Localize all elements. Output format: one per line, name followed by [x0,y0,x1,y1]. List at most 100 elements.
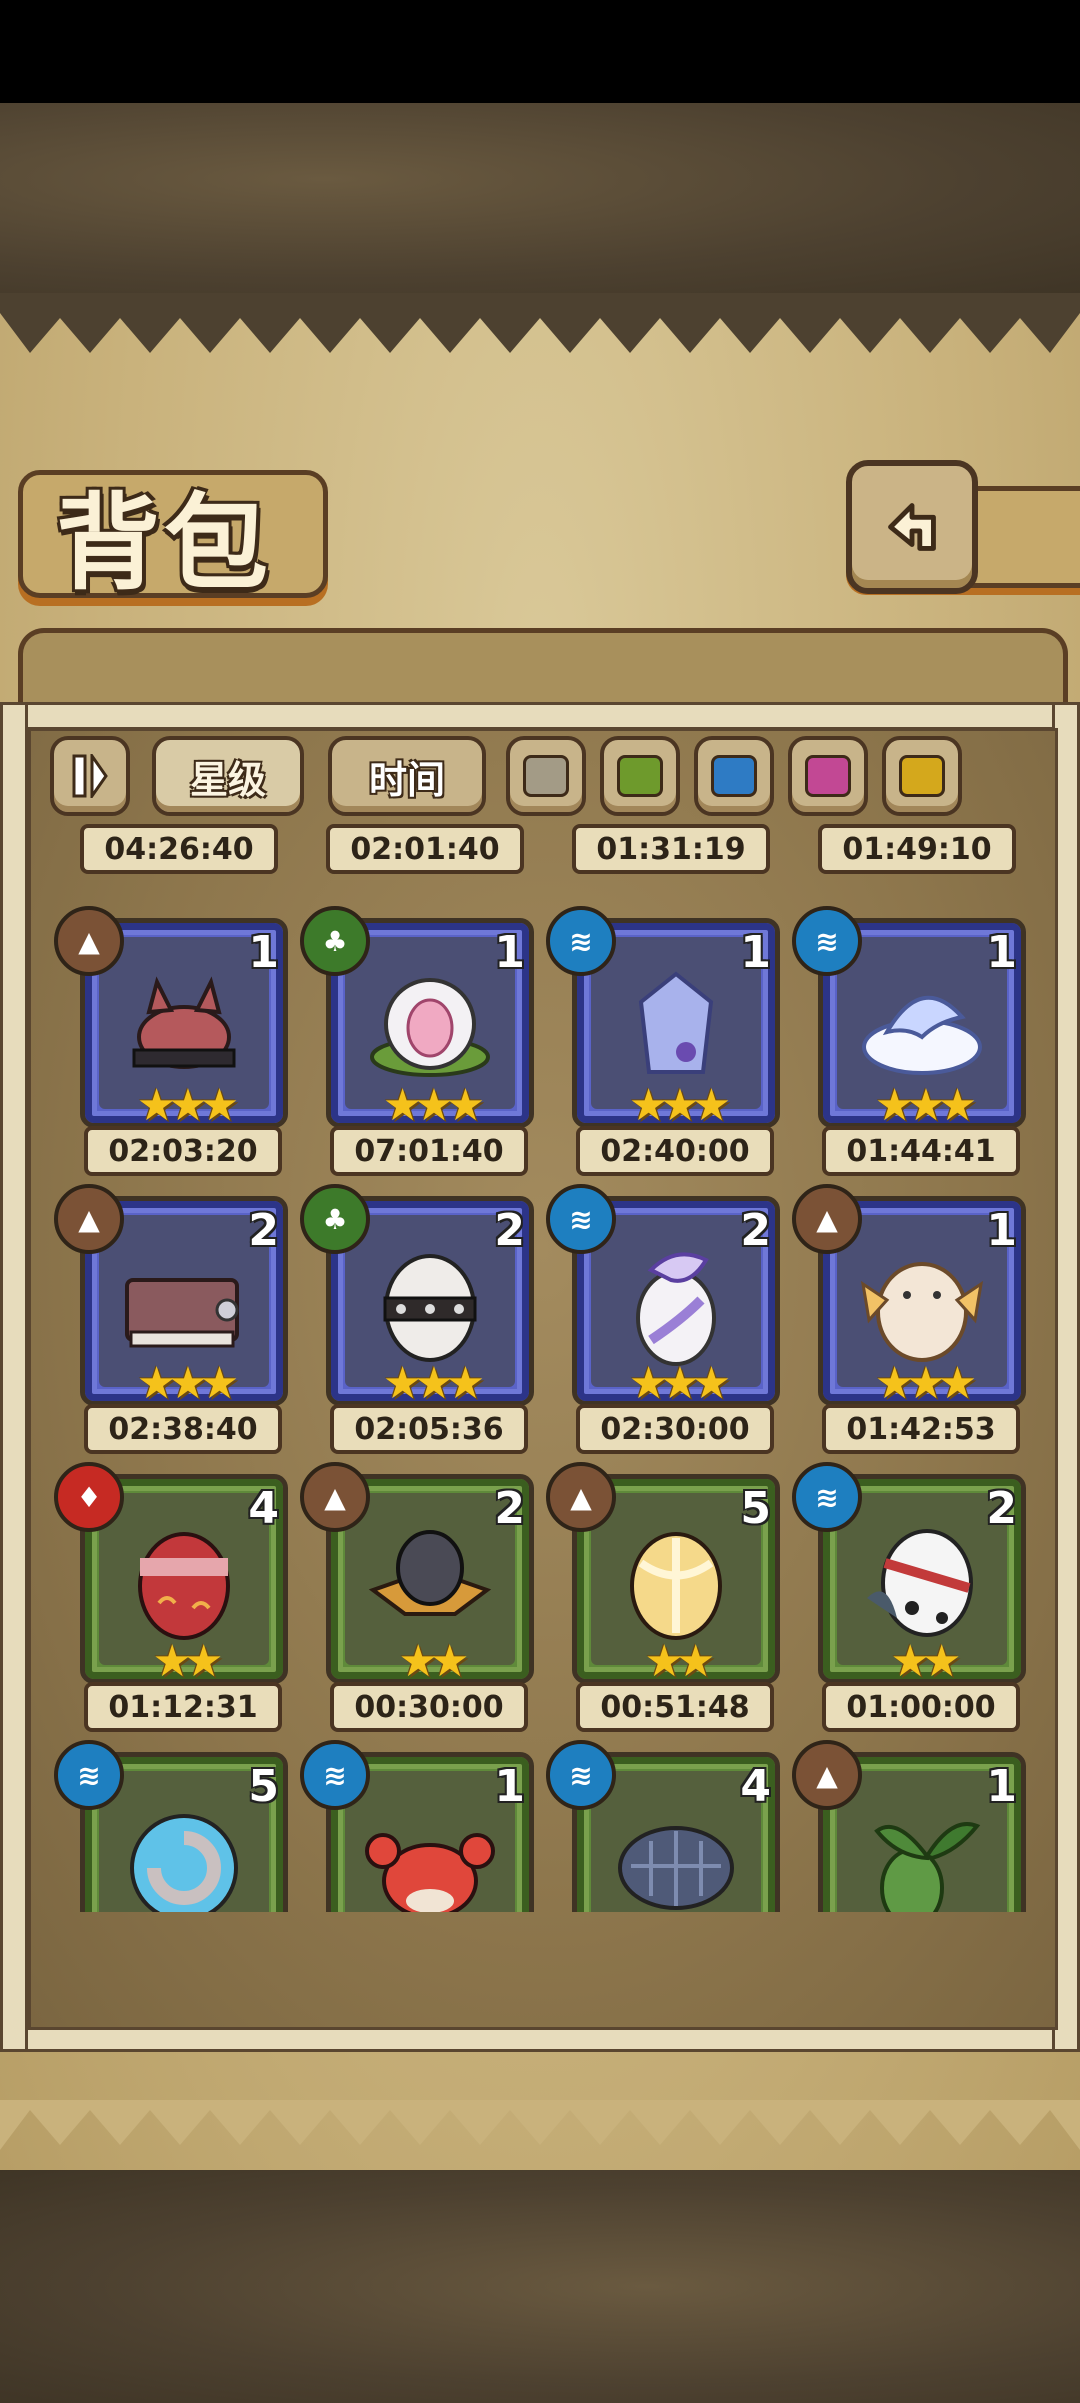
filter-blue-button[interactable] [694,736,774,816]
star-rating: ★★★ [382,1358,485,1409]
item-timer: 01:31:19 [572,824,770,874]
star-rating: ★★ [890,1636,962,1687]
item-slot[interactable]: 2 ★★ ≋ 01:00:00 [786,1462,1026,1734]
item-slot[interactable]: 1 ★★★ ♣ 07:01:40 [294,906,534,1178]
sort-star-button[interactable]: 星级 [152,736,304,816]
sort-time-label: 时间 [368,757,445,802]
item-timer: 00:51:48 [576,1682,774,1732]
back-arrow-icon [888,503,936,551]
item-count: 1 [986,1761,1017,1812]
item-timer: 01:00:00 [822,1682,1020,1732]
crystal-icon [638,971,714,1074]
status-bar [0,0,1080,103]
item-count: 4 [740,1761,771,1812]
spotted-egg-icon [867,1529,973,1637]
item-count: 1 [986,1205,1017,1256]
item-slot[interactable]: 4 ★★ ♦ 01:12:31 [48,1462,288,1734]
item-count: 5 [740,1483,771,1534]
earth-element-icon: ▲ [792,1740,862,1810]
item-slot[interactable]: 2 ★★★ ≋ 02:30:00 [540,1184,780,1456]
filter-bar: 星级 时间 [46,732,1046,818]
blue-swatch [711,755,757,797]
item-count: 1 [494,927,525,978]
grass-element-icon: ♣ [300,906,370,976]
water-element-icon: ≋ [546,906,616,976]
earth-element-icon: ▲ [300,1462,370,1532]
star-rating: ★★ [398,1636,470,1687]
water-element-icon: ≋ [546,1184,616,1254]
item-count: 1 [986,927,1017,978]
item-slot[interactable]: 1 ★★★ ▲ 02:03:20 [48,906,288,1178]
yellow-swatch [899,755,945,797]
sort-time-button[interactable]: 时间 [328,736,486,816]
filter-pink-button[interactable] [788,736,868,816]
item-timer: 02:38:40 [84,1404,282,1454]
crab-icon [365,1833,495,1912]
yellow-egg-icon [630,1532,722,1640]
gray-swatch [523,755,569,797]
item-timer: 07:01:40 [330,1126,528,1176]
item-slot[interactable]: 2 ★★★ ▲ 02:38:40 [48,1184,288,1456]
filter-green-button[interactable] [600,736,680,816]
lotus-orb-icon [370,978,490,1077]
water-element-icon: ≋ [300,1740,370,1810]
clam-icon [618,1826,734,1910]
earth-element-icon: ▲ [54,906,124,976]
star-rating: ★★ [644,1636,716,1687]
map-background-bottom [0,2170,1080,2403]
star-rating: ★★★ [628,1358,731,1409]
star-rating: ★★★ [382,1080,485,1131]
item-count: 5 [248,1761,279,1812]
item-slot[interactable]: 2 ★★ ▲ 00:30:00 [294,1462,534,1734]
sort-star-label: 星级 [189,757,266,802]
item-count: 1 [740,927,771,978]
filter-gray-button[interactable] [506,736,586,816]
pause-icon [72,754,108,798]
item-timer: 01:44:41 [822,1126,1020,1176]
item-timer: 00:30:00 [330,1682,528,1732]
hat-egg-icon [368,1530,492,1616]
water-element-icon: ≋ [54,1740,124,1810]
water-element-icon: ≋ [792,906,862,976]
item-timer: 02:30:00 [576,1404,774,1454]
item-slot[interactable]: 1 ★★★ ▲ 01:42:53 [786,1184,1026,1456]
item-timer: 04:26:40 [80,824,278,874]
item-timer: 02:01:40 [326,824,524,874]
item-count: 4 [248,1483,279,1534]
torn-edge-top [0,293,1080,353]
water-element-icon: ≋ [546,1740,616,1810]
item-slot[interactable]: 2 ★★★ ♣ 02:05:36 [294,1184,534,1456]
grass-element-icon: ♣ [300,1184,370,1254]
item-count: 2 [494,1205,525,1256]
star-rating: ★★★ [136,1080,239,1131]
item-slot[interactable]: 4★★≋ [540,1740,780,1912]
item-slot[interactable]: 1 ★★★ ≋ 01:44:41 [786,906,1026,1178]
pink-swatch [805,755,851,797]
earth-element-icon: ▲ [54,1184,124,1254]
water-element-icon: ≋ [792,1462,862,1532]
book-icon [125,1278,239,1348]
toggle-button[interactable] [50,736,130,816]
item-slot[interactable]: 1 ★★★ ≋ 02:40:00 [540,906,780,1178]
fluffy-creature-icon [860,1262,984,1362]
fire-element-icon: ♦ [54,1462,124,1532]
earth-element-icon: ▲ [546,1462,616,1532]
item-slot[interactable]: 5 ★★ ▲ 00:51:48 [540,1462,780,1734]
filter-yellow-button[interactable] [882,736,962,816]
item-slot[interactable]: 1★★▲ [786,1740,1026,1912]
earth-element-icon: ▲ [792,1184,862,1254]
item-slot[interactable]: 1★★≋ [294,1740,534,1912]
item-timer: 02:40:00 [576,1126,774,1176]
shell-icon [130,1814,238,1912]
item-count: 2 [248,1205,279,1256]
item-timer: 02:03:20 [84,1126,282,1176]
back-button[interactable] [846,460,978,594]
star-rating: ★★ [152,1636,224,1687]
star-rating: ★★★ [136,1358,239,1409]
inventory-grid: 04:26:40 02:01:40 01:31:19 01:49:10 1 ★★★… [40,820,1040,1912]
item-count: 2 [494,1483,525,1534]
item-slot[interactable]: 5★★≋ [48,1740,288,1912]
red-egg-icon [138,1532,230,1640]
star-rating: ★★★ [874,1358,977,1409]
green-swatch [617,755,663,797]
